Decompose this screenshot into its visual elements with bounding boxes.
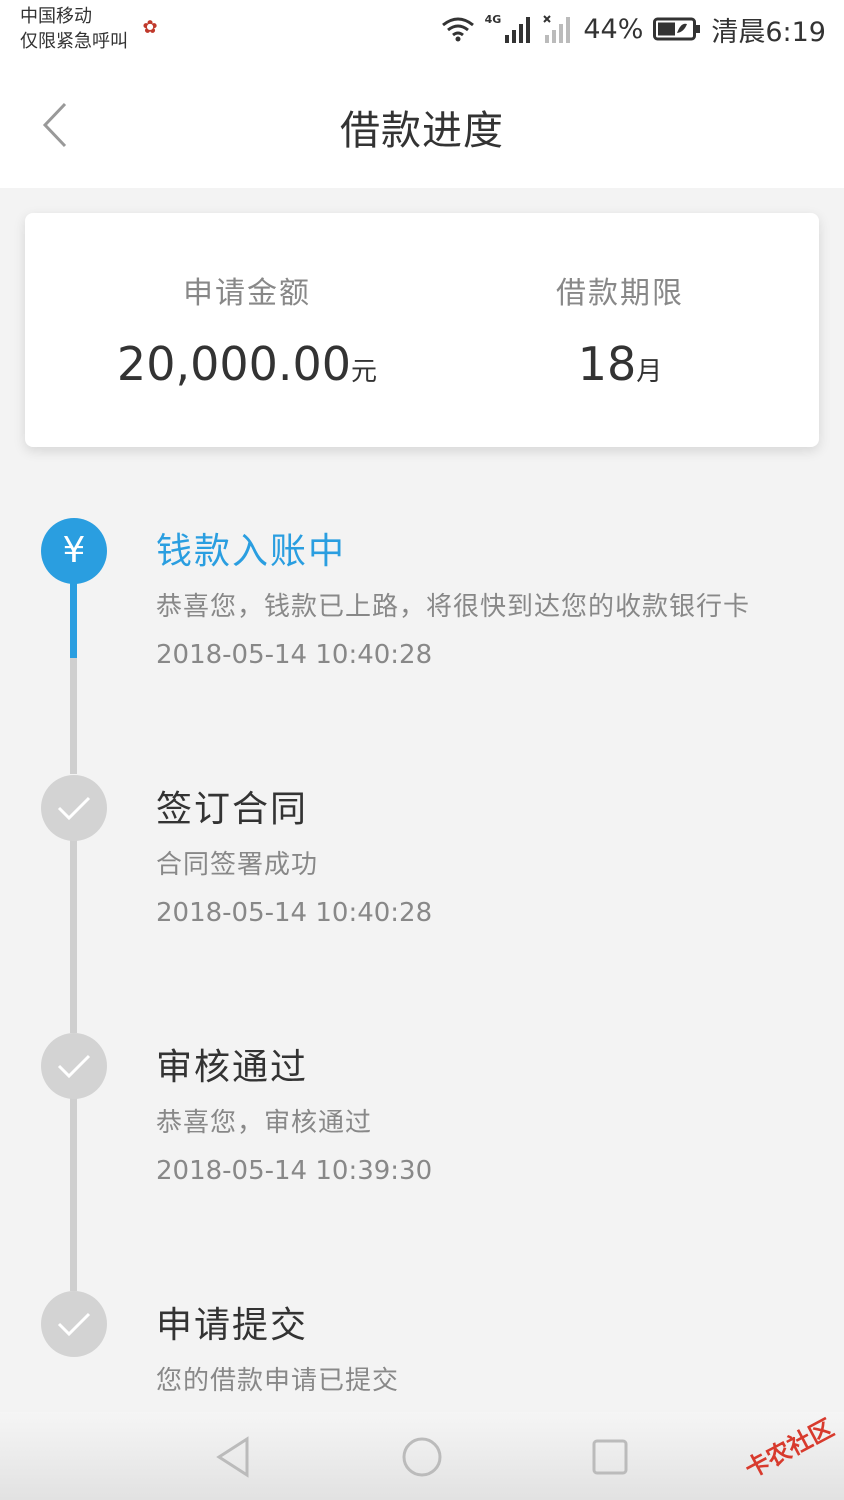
status-icons: 4G 44% 清晨6:19 [441,10,826,48]
yuan-icon: ¥ [62,530,86,571]
home-circle-icon [402,1437,442,1477]
back-triangle-icon [216,1436,249,1478]
amount-label: 申请金额 [183,276,311,311]
step-node-done [41,1033,107,1099]
check-icon [57,1054,91,1079]
term-section: 借款期限 18月 [420,213,820,447]
amount-section: 申请金额 20,000.00元 [47,213,447,447]
wifi-icon [441,17,474,42]
step-description: 恭喜您，钱款已上路，将很快到达您的收款银行卡 [156,592,751,622]
screen: 中国移动 仅限紧急呼叫 ✿ 4G 44% 清晨6:19 借款进度 申请金额 20… [0,0,844,1500]
check-icon [57,796,91,821]
carrier-name: 中国移动 [20,6,92,27]
term-label: 借款期限 [556,276,684,311]
page-title: 借款进度 [340,108,504,154]
battery-icon [653,17,701,41]
step-timestamp: 2018-05-14 10:40:28 [156,640,433,670]
term-value: 18 [577,337,637,391]
loan-summary-card: 申请金额 20,000.00元 借款期限 18月 [25,213,819,447]
recents-square-icon [592,1439,628,1475]
step-node-done [41,1291,107,1357]
status-bar: 中国移动 仅限紧急呼叫 ✿ 4G 44% 清晨6:19 [0,0,844,62]
step-title: 钱款入账中 [156,531,347,572]
system-navigation-bar [0,1412,844,1500]
system-recents-button[interactable] [585,1432,635,1482]
step-node-done [41,775,107,841]
amount-value: 20,000.00 [116,337,352,391]
timeline-connector [70,658,77,774]
battery-percent: 44% [583,13,644,45]
timeline-connector [70,840,77,1033]
term-value-line: 18月 [420,337,820,391]
no-signal-icon [543,15,571,43]
signal-icon [505,17,531,43]
notification-app-icon: ✿ [142,17,158,38]
step-description: 合同签署成功 [156,850,319,880]
network-type-label: 4G [484,12,502,26]
emergency-only-text: 仅限紧急呼叫 [20,31,128,52]
system-home-button[interactable] [397,1432,447,1482]
timeline-connector [70,1098,77,1291]
step-description: 您的借款申请已提交 [156,1366,400,1396]
carrier-info: 中国移动 仅限紧急呼叫 [20,4,128,54]
term-unit: 月 [636,357,663,387]
check-icon [57,1312,91,1337]
nav-bar: 借款进度 [0,62,844,188]
step-timestamp: 2018-05-14 10:39:30 [156,1156,433,1186]
step-timestamp: 2018-05-14 10:40:28 [156,898,433,928]
amount-unit: 元 [351,357,378,387]
clock: 清晨6:19 [711,16,826,48]
step-title: 签订合同 [156,789,309,830]
step-description: 恭喜您，审核通过 [156,1108,373,1138]
loan-progress-timeline: ¥ 钱款入账中 恭喜您，钱款已上路，将很快到达您的收款银行卡 2018-05-1… [0,480,844,1410]
step-title: 申请提交 [156,1305,309,1346]
step-title: 审核通过 [156,1047,309,1088]
system-back-button[interactable] [208,1432,258,1482]
step-node-current: ¥ [41,518,107,584]
amount-value-line: 20,000.00元 [47,337,447,391]
